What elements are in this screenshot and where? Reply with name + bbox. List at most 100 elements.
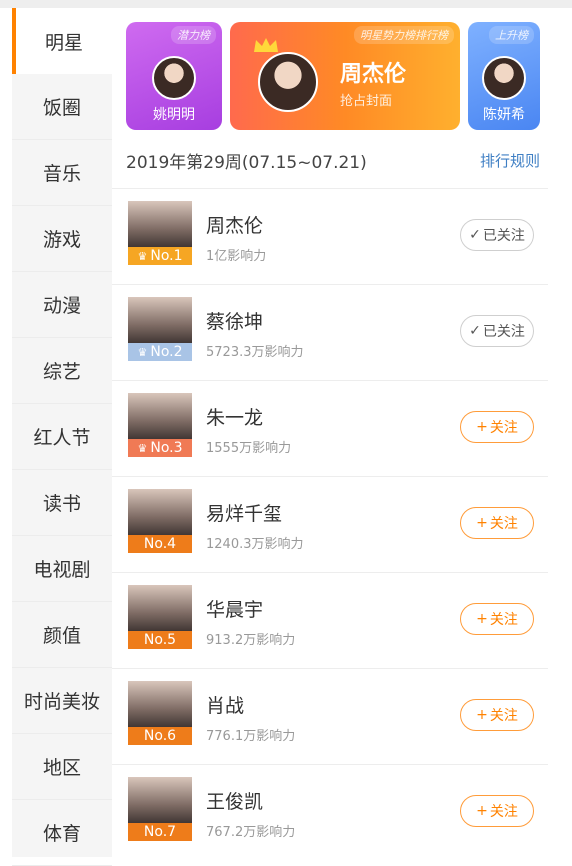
rank-label: No.3: [150, 440, 183, 456]
star-photo[interactable]: No.4: [128, 489, 192, 553]
followed-button[interactable]: ✓ 已关注: [460, 315, 534, 347]
button-label: 关注: [489, 516, 518, 532]
rank-label: No.2: [150, 344, 183, 360]
main-content: 潜力榜 姚明明 明星势力榜排行榜 周杰伦 抢占封面 上升榜 陈妍希 2019年第…: [112, 8, 548, 857]
sidebar-item-tv[interactable]: 电视剧: [12, 536, 112, 602]
crown-icon: [254, 38, 278, 52]
rank-badge: No.5: [128, 631, 192, 649]
star-photo[interactable]: No.6: [128, 681, 192, 745]
star-name[interactable]: 周杰伦: [206, 211, 263, 238]
follow-button[interactable]: + 关注: [460, 507, 534, 539]
week-label: 2019年第29周(07.15~07.21): [126, 153, 367, 173]
star-photo[interactable]: No.7: [128, 777, 192, 841]
rising-chart-banner[interactable]: 上升榜 陈妍希: [468, 22, 540, 130]
influence-value: 1亿影响力: [206, 249, 267, 264]
button-label: 关注: [489, 708, 518, 724]
follow-button[interactable]: + 关注: [460, 411, 534, 443]
potential-chart-banner[interactable]: 潜力榜 姚明明: [126, 22, 222, 130]
rank-badge: No.7: [128, 823, 192, 841]
star-name[interactable]: 易烊千玺: [206, 499, 282, 526]
ranking-row[interactable]: No.5 华晨宇 913.2万影响力 + 关注: [112, 572, 548, 668]
follow-button[interactable]: + 关注: [460, 699, 534, 731]
button-label: 关注: [489, 420, 518, 436]
star-chart-banner[interactable]: 明星势力榜排行榜 周杰伦 抢占封面: [230, 22, 460, 130]
photo: [128, 777, 192, 829]
sidebar-item-stars[interactable]: 明星: [12, 8, 112, 74]
button-label: 已关注: [482, 324, 525, 340]
star-photo[interactable]: No.5: [128, 585, 192, 649]
plus-icon: +: [476, 419, 488, 435]
photo: [128, 201, 192, 253]
checkmark-icon: ✓: [469, 227, 481, 243]
banner-subtitle: 抢占封面: [340, 94, 393, 109]
sidebar-item-fashion[interactable]: 时尚美妆: [12, 668, 112, 734]
plus-icon: +: [476, 611, 488, 627]
star-photo[interactable]: ♛ No.2: [128, 297, 192, 361]
sidebar-item-looks[interactable]: 颜值: [12, 602, 112, 668]
sidebar-item-anime[interactable]: 动漫: [12, 272, 112, 338]
banner-name: 陈妍希: [483, 107, 525, 123]
photo: [128, 585, 192, 637]
photo: [128, 297, 192, 349]
rank-badge: No.6: [128, 727, 192, 745]
rank-badge: ♛ No.2: [128, 343, 192, 361]
sidebar-item-fandom[interactable]: 饭圈: [12, 74, 112, 140]
sidebar-item-sports[interactable]: 体育: [12, 800, 112, 866]
star-name[interactable]: 王俊凯: [206, 787, 263, 814]
sidebar-item-influencer[interactable]: 红人节: [12, 404, 112, 470]
followed-button[interactable]: ✓ 已关注: [460, 219, 534, 251]
star-name[interactable]: 蔡徐坤: [206, 307, 263, 334]
rank-badge: ♛ No.3: [128, 439, 192, 457]
rank-label: No.6: [143, 728, 177, 744]
sidebar-item-reading[interactable]: 读书: [12, 470, 112, 536]
plus-icon: +: [476, 707, 488, 723]
ranking-row[interactable]: No.4 易烊千玺 1240.3万影响力 + 关注: [112, 476, 548, 572]
button-label: 关注: [489, 612, 518, 628]
sidebar-item-music[interactable]: 音乐: [12, 140, 112, 206]
star-photo[interactable]: ♛ No.1: [128, 201, 192, 265]
category-sidebar: 明星 饭圈 音乐 游戏 动漫 综艺 红人节 读书 电视剧 颜值 时尚美妆 地区 …: [12, 8, 112, 866]
crown-icon: ♛: [137, 346, 148, 359]
banner-tag: 潜力榜: [171, 26, 216, 44]
banner-tag: 上升榜: [489, 26, 534, 44]
ranking-rules-link[interactable]: 排行规则: [480, 150, 540, 171]
follow-button[interactable]: + 关注: [460, 603, 534, 635]
plus-icon: +: [476, 515, 488, 531]
banner-name: 周杰伦: [340, 62, 407, 87]
banner-strip: 潜力榜 姚明明 明星势力榜排行榜 周杰伦 抢占封面 上升榜 陈妍希: [126, 22, 540, 130]
rank-label: No.1: [150, 248, 183, 264]
star-name[interactable]: 朱一龙: [206, 403, 263, 430]
crown-icon: ♛: [137, 442, 148, 455]
photo: [128, 681, 192, 733]
button-label: 已关注: [482, 228, 525, 244]
star-photo[interactable]: ♛ No.3: [128, 393, 192, 457]
photo: [128, 393, 192, 445]
rank-badge: ♛ No.1: [128, 247, 192, 265]
ranking-row[interactable]: ♛ No.3 朱一龙 1555万影响力 + 关注: [112, 380, 548, 476]
checkmark-icon: ✓: [469, 323, 481, 339]
ranking-row[interactable]: No.6 肖战 776.1万影响力 + 关注: [112, 668, 548, 764]
ranking-list: ♛ No.1 周杰伦 1亿影响力 ✓ 已关注 ♛ No.2 蔡徐坤 5723.3万影响力 ✓ 已关注 ♛…: [112, 188, 548, 860]
plus-icon: +: [476, 803, 488, 819]
sidebar-item-games[interactable]: 游戏: [12, 206, 112, 272]
avatar: [258, 52, 318, 112]
sidebar-item-region[interactable]: 地区: [12, 734, 112, 800]
influence-value: 767.2万影响力: [206, 825, 296, 840]
rank-badge: No.4: [128, 535, 192, 553]
follow-button[interactable]: + 关注: [460, 795, 534, 827]
photo: [128, 489, 192, 541]
button-label: 关注: [489, 804, 518, 820]
influence-value: 1240.3万影响力: [206, 537, 304, 552]
banner-tag: 明星势力榜排行榜: [354, 26, 454, 44]
ranking-row[interactable]: ♛ No.2 蔡徐坤 5723.3万影响力 ✓ 已关注: [112, 284, 548, 380]
ranking-row[interactable]: No.7 王俊凯 767.2万影响力 + 关注: [112, 764, 548, 860]
week-header: 2019年第29周(07.15~07.21) 排行规则: [126, 148, 540, 174]
avatar: [152, 56, 196, 100]
rank-label: No.5: [143, 632, 177, 648]
ranking-row[interactable]: ♛ No.1 周杰伦 1亿影响力 ✓ 已关注: [112, 188, 548, 284]
star-name[interactable]: 华晨宇: [206, 595, 263, 622]
rank-label: No.4: [143, 536, 177, 552]
avatar: [482, 56, 526, 100]
sidebar-item-variety[interactable]: 综艺: [12, 338, 112, 404]
star-name[interactable]: 肖战: [206, 691, 244, 718]
